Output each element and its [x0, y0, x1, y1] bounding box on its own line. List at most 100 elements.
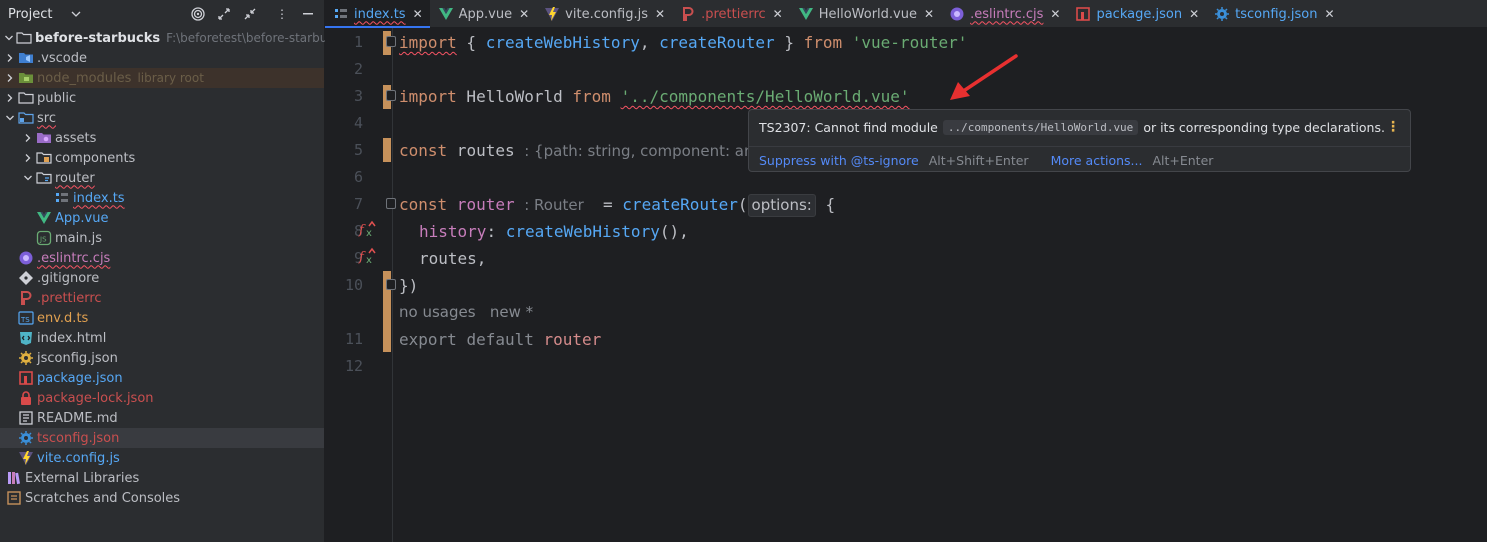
code-line-8[interactable]: history: createWebHistory(), — [419, 218, 689, 245]
type-hint: : {path: string, component: an — [524, 142, 754, 160]
tree-item-label: .gitignore — [37, 270, 100, 286]
chevron-down-icon[interactable] — [4, 32, 14, 44]
code-line-7[interactable]: const router : Router = createRouter(opt… — [399, 191, 835, 218]
chevron-down-icon[interactable] — [4, 112, 16, 124]
tab-app-vue[interactable]: App.vue ✕ — [430, 0, 537, 28]
close-icon[interactable]: ✕ — [773, 7, 783, 21]
chevron-right-icon[interactable] — [4, 72, 16, 84]
tree-item-vscode[interactable]: .vscode — [0, 48, 324, 68]
tree-item-jsconfig-json[interactable]: jsconfig.json — [0, 348, 324, 368]
close-icon[interactable]: ✕ — [924, 7, 934, 21]
line-number: 11 — [344, 330, 363, 348]
tree-item-package-lock-json[interactable]: package-lock.json — [0, 388, 324, 408]
suppress-ts-ignore-link[interactable]: Suppress with @ts-ignore — [759, 153, 919, 168]
tree-item-app-vue[interactable]: App.vue — [0, 208, 324, 228]
tree-item-prettierrc[interactable]: .prettierrc — [0, 288, 324, 308]
code-line-5[interactable]: const routes : {path: string, component:… — [399, 137, 754, 164]
tab-tsconfig-json[interactable]: tsconfig.json ✕ — [1206, 0, 1341, 28]
tab-eslintrc-cjs[interactable]: .eslintrc.cjs ✕ — [941, 0, 1067, 28]
usages-hint[interactable]: no usages — [399, 303, 476, 321]
tab-vite-config-js[interactable]: vite.config.js ✕ — [536, 0, 672, 28]
close-icon[interactable]: ✕ — [655, 7, 665, 21]
chevron-right-icon[interactable] — [22, 152, 34, 164]
folder-router-icon — [36, 170, 52, 186]
expand-all-icon[interactable] — [216, 6, 232, 22]
folder-nodemodules-icon — [18, 70, 34, 86]
tree-item-components[interactable]: components — [0, 148, 324, 168]
line-number: 10 — [344, 276, 363, 294]
chevron-down-icon[interactable] — [22, 172, 34, 184]
popup-divider — [749, 146, 1410, 147]
tree-item-main-js[interactable]: JS main.js — [0, 228, 324, 248]
tree-item-package-json[interactable]: package.json — [0, 368, 324, 388]
close-icon[interactable]: ✕ — [519, 7, 529, 21]
jsconfig-icon — [18, 350, 34, 366]
chevron-right-icon[interactable] — [4, 92, 16, 104]
close-icon[interactable]: ✕ — [413, 7, 423, 21]
tree-item-before-starbucks[interactable]: before-starbucks F:\beforetest\before-sta… — [0, 28, 347, 48]
project-tool-window: Project ⋮ before-starbucks F:\beforetest\… — [0, 0, 347, 542]
code-editor[interactable]: 1 2 3 4 5 6 7 8 9 10 11 12 f x f x impor… — [325, 28, 1487, 542]
keyword: const — [399, 141, 448, 160]
tab-label: tsconfig.json — [1235, 6, 1318, 22]
tree-item-label: index.html — [37, 330, 107, 346]
code-vision-lens[interactable]: no usages new * — [399, 299, 533, 326]
fold-marker[interactable] — [386, 279, 396, 290]
close-icon[interactable]: ✕ — [1050, 7, 1060, 21]
tab-helloworld-vue[interactable]: HelloWorld.vue ✕ — [790, 0, 941, 28]
author-hint[interactable]: new * — [490, 303, 533, 321]
chevron-right-icon[interactable] — [4, 52, 16, 64]
tree-item-node-modules[interactable]: node_modules library root — [0, 68, 324, 88]
fold-marker[interactable] — [386, 198, 396, 209]
line-number: 12 — [344, 357, 363, 375]
implemented-function-icon[interactable]: f x — [358, 247, 376, 265]
tree-item-router[interactable]: router — [0, 168, 324, 188]
tree-item-external-libraries[interactable]: External Libraries — [0, 468, 324, 488]
options-menu-icon[interactable]: ⋮ — [274, 6, 290, 22]
tree-item-hint: F:\beforetest\before-starbucks — [166, 31, 348, 45]
implemented-function-icon[interactable]: f x — [358, 220, 376, 238]
close-icon[interactable]: ✕ — [1189, 7, 1199, 21]
error-string-literal[interactable]: '../components/HelloWorld.vue' — [621, 87, 910, 106]
tree-item-index-html[interactable]: index.html — [0, 328, 324, 348]
vcs-modified-marker[interactable] — [383, 138, 391, 162]
kebab-menu-icon[interactable]: ⋮ — [1386, 119, 1400, 135]
code-line-3[interactable]: import HelloWorld from '../components/He… — [399, 83, 910, 110]
tree-item-env-d-ts[interactable]: TS env.d.ts — [0, 308, 324, 328]
tree-item-scratches-and-consoles[interactable]: Scratches and Consoles — [0, 488, 324, 508]
tab-prettierrc[interactable]: .prettierrc ✕ — [672, 0, 790, 28]
collapse-all-icon[interactable] — [242, 6, 258, 22]
code-line-11[interactable]: export default router — [399, 326, 601, 353]
chevron-right-icon[interactable] — [22, 132, 34, 144]
code-line-1[interactable]: import { createWebHistory, createRouter … — [399, 29, 967, 56]
tree-item-public[interactable]: public — [0, 88, 324, 108]
vite-icon — [18, 450, 34, 466]
tree-item-vite-config-js[interactable]: vite.config.js — [0, 448, 324, 468]
markdown-icon — [18, 410, 34, 426]
svg-text:f: f — [358, 250, 366, 265]
tree-item-eslintrc-cjs[interactable]: .eslintrc.cjs — [0, 248, 324, 268]
code-line-9[interactable]: routes, — [419, 245, 486, 272]
project-view-selector[interactable]: Project — [8, 7, 82, 22]
tree-item-gitignore[interactable]: .gitignore — [0, 268, 324, 288]
select-opened-file-icon[interactable] — [190, 6, 206, 22]
code-line-10[interactable]: }) — [399, 272, 418, 299]
tab-index-ts[interactable]: index.ts ✕ — [325, 0, 430, 28]
fold-marker[interactable] — [386, 90, 396, 101]
tree-item-tsconfig-json[interactable]: tsconfig.json — [0, 428, 324, 448]
close-icon[interactable]: ✕ — [1325, 7, 1335, 21]
tree-item-src[interactable]: src — [0, 108, 324, 128]
tree-item-index-ts[interactable]: index.ts — [0, 188, 324, 208]
tree-item-assets[interactable]: assets — [0, 128, 324, 148]
hide-panel-icon[interactable] — [300, 6, 316, 22]
more-actions-link[interactable]: More actions... — [1051, 153, 1143, 168]
tree-item-readme-md[interactable]: README.md — [0, 408, 324, 428]
tree-item-label: index.ts — [73, 190, 125, 206]
tab-package-json[interactable]: package.json ✕ — [1067, 0, 1206, 28]
library-icon — [6, 470, 22, 486]
fold-marker[interactable] — [386, 36, 396, 47]
red-arrow-annotation-icon — [950, 54, 1018, 100]
line-number: 2 — [353, 60, 363, 78]
